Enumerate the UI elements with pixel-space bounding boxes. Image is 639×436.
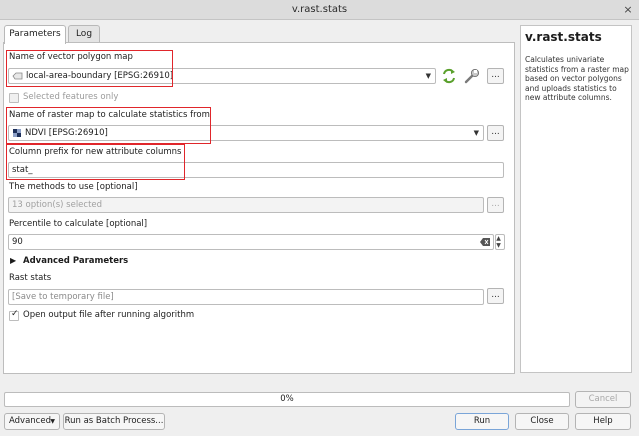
run-button[interactable]: Run [455, 413, 509, 430]
parameters-panel: Name of vector polygon map local-area-bo… [3, 42, 515, 374]
advanced-expand-icon[interactable]: ▶ [10, 256, 16, 265]
raster-highlight-box [6, 107, 211, 144]
percentile-spinner[interactable]: ▲ ▼ [495, 234, 505, 250]
help-description: Calculates univariate statistics from a … [525, 55, 629, 103]
spin-down-icon[interactable]: ▼ [496, 242, 503, 249]
output-browse-button[interactable]: ... [487, 288, 504, 304]
percentile-value: 90 [12, 237, 23, 247]
iterate-sync-icon[interactable] [440, 67, 458, 85]
output-file-input[interactable]: [Save to temporary file] [8, 289, 484, 305]
open-output-checkbox[interactable]: ✓ [9, 309, 19, 321]
percentile-input[interactable]: 90 [8, 234, 494, 250]
checkmark-icon: ✓ [11, 309, 19, 319]
clear-icon[interactable] [480, 238, 490, 246]
advanced-parameters-toggle[interactable]: Advanced Parameters [23, 256, 128, 266]
methods-label: The methods to use [optional] [9, 182, 138, 192]
cancel-button[interactable]: Cancel [575, 391, 631, 408]
progress-text: 0% [280, 394, 294, 404]
batch-process-button[interactable]: Run as Batch Process... [63, 413, 165, 430]
tab-log[interactable]: Log [68, 25, 100, 43]
selected-features-checkbox[interactable] [9, 93, 19, 103]
chevron-down-icon: ▼ [473, 129, 479, 137]
wrench-settings-icon[interactable] [463, 67, 481, 85]
chevron-down-icon: ▼ [425, 72, 431, 80]
close-window-icon[interactable]: × [622, 4, 634, 16]
open-output-label: Open output file after running algorithm [23, 310, 195, 320]
chevron-down-icon: ▼ [50, 418, 55, 425]
close-button[interactable]: Close [515, 413, 569, 430]
output-placeholder: [Save to temporary file] [12, 292, 114, 302]
window-titlebar: v.rast.stats × [0, 0, 639, 20]
prefix-highlight-box [6, 144, 185, 180]
methods-browse-button[interactable]: ... [487, 197, 504, 213]
help-panel: v.rast.stats Calculates univariate stati… [520, 25, 632, 373]
methods-select[interactable]: 13 option(s) selected [8, 197, 484, 213]
window-title: v.rast.stats [291, 4, 348, 15]
advanced-menu-button[interactable]: Advanced ▼ [4, 413, 60, 430]
progress-bar: 0% [4, 392, 570, 407]
help-title: v.rast.stats [525, 30, 602, 44]
tab-parameters[interactable]: Parameters [4, 25, 66, 44]
percentile-label: Percentile to calculate [optional] [9, 219, 148, 229]
advanced-button-label: Advanced [9, 416, 51, 426]
raster-browse-button[interactable]: ... [487, 125, 504, 141]
output-label: Rast stats [9, 273, 52, 283]
vector-browse-button[interactable]: ... [487, 68, 504, 84]
vector-highlight-box [6, 50, 173, 87]
spin-up-icon[interactable]: ▲ [496, 235, 503, 242]
selected-features-label: Selected features only [23, 92, 119, 102]
help-button[interactable]: Help [575, 413, 631, 430]
